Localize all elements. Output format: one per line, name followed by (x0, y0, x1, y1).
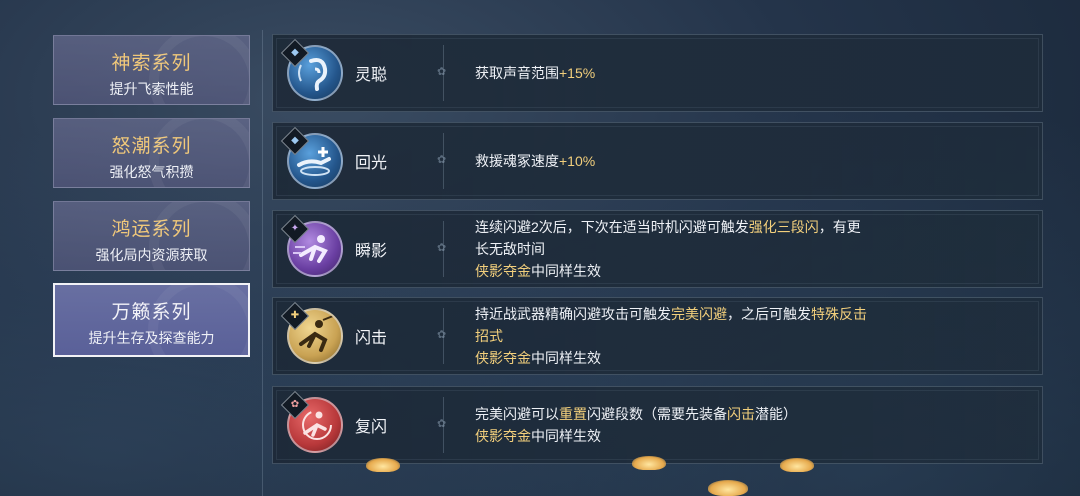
desc-highlight: 招式 (475, 328, 503, 344)
separator (437, 221, 446, 277)
desc-text: 获取声音范围 (475, 65, 559, 81)
desc-text: ，有更 (818, 219, 861, 235)
category-title: 怒潮系列 (111, 136, 192, 157)
desc-text: 连续闪避2次后，下次在适当时机闪避可触发 (475, 219, 749, 235)
separator (437, 308, 446, 364)
separator (437, 133, 446, 189)
category-title: 万籁系列 (111, 302, 192, 323)
category-title: 鸿运系列 (111, 219, 192, 240)
lotus-lantern-decoration (780, 458, 814, 472)
skill-description: 完美闪避可以重置闪避段数（需要先装备闪击潜能） 侠影夺金中同样生效 (475, 387, 1022, 463)
desc-highlight: +10% (559, 153, 596, 169)
skill-row-huiguang[interactable]: ◆ 回光 救援魂冢速度+10% (272, 122, 1043, 200)
category-tab-hongyun[interactable]: 鸿运系列 强化局内资源获取 (53, 201, 250, 271)
desc-highlight: 强化三段闪 (748, 219, 819, 235)
desc-highlight: 完美闪避 (671, 306, 727, 322)
desc-text: 持近战武器精确闪避攻击可触发 (475, 306, 671, 322)
skill-icon-wrap: ◆ (280, 38, 345, 103)
desc-highlight: 特殊反击 (811, 306, 867, 322)
category-subtitle: 提升生存及探查能力 (88, 330, 215, 346)
desc-text: 完美闪避可以 (475, 406, 559, 422)
category-tab-shensuo[interactable]: 神索系列 提升飞索性能 (53, 35, 250, 105)
separator (437, 45, 446, 101)
skill-name: 回光 (355, 155, 388, 172)
skill-description: 救援魂冢速度+10% (475, 123, 1022, 199)
skill-name: 瞬影 (355, 243, 388, 260)
desc-text: 救援魂冢速度 (475, 153, 559, 169)
category-subtitle: 提升飞索性能 (109, 81, 194, 97)
skill-icon-wrap: ✦ (280, 214, 345, 279)
skill-description: 连续闪避2次后，下次在适当时机闪避可触发强化三段闪，有更 长无敌时间 侠影夺金中… (475, 211, 1022, 287)
skill-description: 持近战武器精确闪避攻击可触发完美闪避，之后可触发特殊反击 招式 侠影夺金中同样生… (475, 298, 1022, 374)
skill-row-lingcong[interactable]: ◆ 灵聪 获取声音范围+15% (272, 34, 1043, 112)
skill-name: 闪击 (355, 330, 388, 347)
skill-name: 灵聪 (355, 67, 388, 84)
skill-row-shanji[interactable]: ✚ 闪击 持近战武器精确闪避攻击可触发完美闪避，之后可触发特殊反击 招式 侠影夺… (272, 297, 1043, 375)
skill-row-fushan[interactable]: ✿ 复闪 完美闪避可以重置闪避段数（需要先装备闪击潜能） 侠影夺金中同样生效 (272, 386, 1043, 464)
lotus-lantern-decoration (708, 480, 748, 496)
separator (437, 397, 446, 453)
desc-text: 长无敌时间 (475, 241, 545, 257)
desc-highlight: 侠影夺金 (475, 263, 531, 279)
skill-icon-wrap: ◆ (280, 126, 345, 191)
category-subtitle: 强化局内资源获取 (95, 247, 208, 263)
lotus-lantern-decoration (632, 456, 666, 470)
category-subtitle: 强化怒气积攒 (109, 164, 194, 180)
desc-highlight: 侠影夺金 (475, 350, 531, 366)
lotus-lantern-decoration (366, 458, 400, 472)
desc-highlight: 重置 (559, 406, 587, 422)
skill-icon-wrap: ✿ (280, 390, 345, 455)
category-title: 神索系列 (111, 53, 192, 74)
skill-icon-wrap: ✚ (280, 301, 345, 366)
desc-text: 中同样生效 (531, 350, 601, 366)
desc-text: 闪避段数（需要先装备 (587, 406, 727, 422)
desc-text: ，之后可触发 (727, 306, 811, 322)
desc-highlight: 闪击 (727, 406, 755, 422)
skill-name: 复闪 (355, 419, 388, 436)
desc-text: 中同样生效 (531, 263, 601, 279)
panel-divider (262, 30, 263, 496)
skill-row-shunying[interactable]: ✦ 瞬影 连续闪避2次后，下次在适当时机闪避可触发强化三段闪，有更 长无敌时间 … (272, 210, 1043, 288)
desc-text: 中同样生效 (531, 428, 601, 444)
category-tab-wanlai[interactable]: 万籁系列 提升生存及探查能力 (53, 283, 250, 357)
category-tab-nuchao[interactable]: 怒潮系列 强化怒气积攒 (53, 118, 250, 188)
desc-highlight: 侠影夺金 (475, 428, 531, 444)
desc-text: 潜能） (755, 406, 797, 422)
desc-highlight: +15% (559, 65, 596, 81)
skill-description: 获取声音范围+15% (475, 35, 1022, 111)
